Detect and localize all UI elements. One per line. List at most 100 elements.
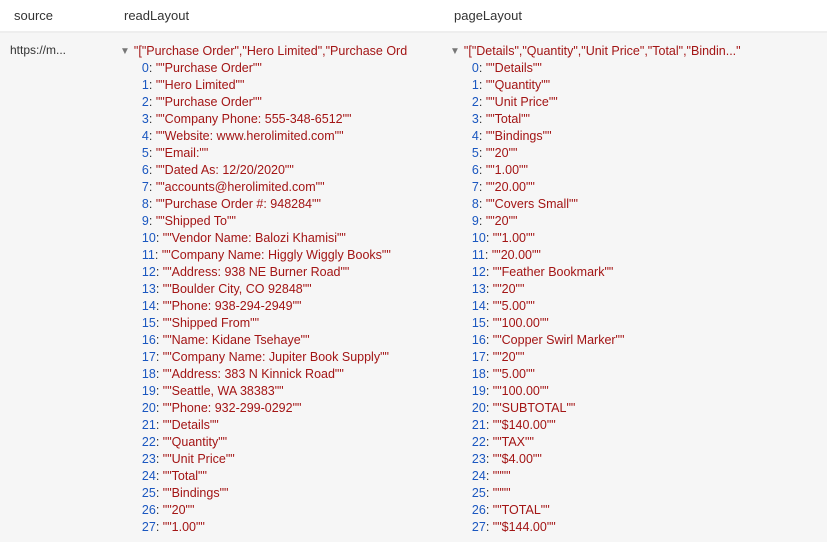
list-item[interactable]: 27: ""$144.00"" xyxy=(472,519,741,536)
list-item[interactable]: 17: ""20"" xyxy=(472,349,741,366)
list-item[interactable]: 26: ""20"" xyxy=(142,502,407,519)
list-item[interactable]: 24: """" xyxy=(472,468,741,485)
list-item[interactable]: 7: ""accounts@herolimited.com"" xyxy=(142,179,407,196)
list-item[interactable]: 19: ""Seattle, WA 38383"" xyxy=(142,383,407,400)
list-item[interactable]: 16: ""Copper Swirl Marker"" xyxy=(472,332,741,349)
list-item[interactable]: 5: ""20"" xyxy=(472,145,741,162)
list-item[interactable]: 16: ""Name: Kidane Tsehaye"" xyxy=(142,332,407,349)
list-item[interactable]: 25: ""Bindings"" xyxy=(142,485,407,502)
item-index: 25 xyxy=(142,486,156,500)
column-header-readlayout[interactable]: readLayout xyxy=(120,2,450,29)
item-value: ""Quantity"" xyxy=(486,78,550,92)
item-index: 19 xyxy=(142,384,156,398)
readlayout-items: 0: ""Purchase Order""1: ""Hero Limited""… xyxy=(134,60,407,536)
list-item[interactable]: 2: ""Unit Price"" xyxy=(472,94,741,111)
item-value: ""Company Name: Jupiter Book Supply"" xyxy=(163,350,389,364)
list-item[interactable]: 0: ""Purchase Order"" xyxy=(142,60,407,77)
item-index: 13 xyxy=(472,282,486,296)
item-index: 15 xyxy=(472,316,486,330)
item-index: 14 xyxy=(142,299,156,313)
item-index: 27 xyxy=(142,520,156,534)
list-item[interactable]: 13: ""20"" xyxy=(472,281,741,298)
item-value: ""Name: Kidane Tsehaye"" xyxy=(163,333,310,347)
column-header-pagelayout[interactable]: pageLayout xyxy=(450,2,827,29)
list-item[interactable]: 9: ""20"" xyxy=(472,213,741,230)
list-item[interactable]: 11: ""20.00"" xyxy=(472,247,741,264)
list-item[interactable]: 26: ""TOTAL"" xyxy=(472,502,741,519)
list-item[interactable]: 18: ""Address: 383 N Kinnick Road"" xyxy=(142,366,407,383)
list-item[interactable]: 3: ""Total"" xyxy=(472,111,741,128)
list-item[interactable]: 1: ""Hero Limited"" xyxy=(142,77,407,94)
list-item[interactable]: 4: ""Website: www.herolimited.com"" xyxy=(142,128,407,145)
expand-toggle-icon[interactable]: ▼ xyxy=(450,43,464,60)
item-index: 14 xyxy=(472,299,486,313)
item-value: ""Phone: 932-299-0292"" xyxy=(163,401,302,415)
column-header-source[interactable]: source xyxy=(10,2,120,29)
item-index: 4 xyxy=(472,129,479,143)
item-index: 12 xyxy=(472,265,486,279)
list-item[interactable]: 20: ""Phone: 932-299-0292"" xyxy=(142,400,407,417)
list-item[interactable]: 0: ""Details"" xyxy=(472,60,741,77)
list-item[interactable]: 10: ""1.00"" xyxy=(472,230,741,247)
item-index: 26 xyxy=(472,503,486,517)
list-item[interactable]: 18: ""5.00"" xyxy=(472,366,741,383)
list-item[interactable]: 3: ""Company Phone: 555-348-6512"" xyxy=(142,111,407,128)
list-item[interactable]: 7: ""20.00"" xyxy=(472,179,741,196)
list-item[interactable]: 12: ""Feather Bookmark"" xyxy=(472,264,741,281)
source-cell: https://m... xyxy=(10,43,120,536)
item-value: ""Boulder City, CO 92848"" xyxy=(163,282,312,296)
item-value: ""20"" xyxy=(486,214,518,228)
list-item[interactable]: 24: ""Total"" xyxy=(142,468,407,485)
list-item[interactable]: 10: ""Vendor Name: Balozi Khamisi"" xyxy=(142,230,407,247)
item-value: ""Details"" xyxy=(486,61,542,75)
item-index: 8 xyxy=(472,197,479,211)
list-item[interactable]: 1: ""Quantity"" xyxy=(472,77,741,94)
item-value: ""5.00"" xyxy=(493,299,535,313)
item-index: 2 xyxy=(472,95,479,109)
list-item[interactable]: 22: ""Quantity"" xyxy=(142,434,407,451)
pagelayout-summary[interactable]: "["Details","Quantity","Unit Price","Tot… xyxy=(464,43,741,60)
list-item[interactable]: 5: ""Email:"" xyxy=(142,145,407,162)
item-index: 17 xyxy=(142,350,156,364)
list-item[interactable]: 2: ""Purchase Order"" xyxy=(142,94,407,111)
list-item[interactable]: 27: ""1.00"" xyxy=(142,519,407,536)
list-item[interactable]: 15: ""Shipped From"" xyxy=(142,315,407,332)
list-item[interactable]: 15: ""100.00"" xyxy=(472,315,741,332)
item-value: ""Details"" xyxy=(163,418,219,432)
list-item[interactable]: 6: ""Dated As: 12/20/2020"" xyxy=(142,162,407,179)
list-item[interactable]: 8: ""Purchase Order #: 948284"" xyxy=(142,196,407,213)
list-item[interactable]: 21: ""$140.00"" xyxy=(472,417,741,434)
list-item[interactable]: 6: ""1.00"" xyxy=(472,162,741,179)
item-index: 21 xyxy=(472,418,486,432)
item-value: ""20"" xyxy=(493,282,525,296)
list-item[interactable]: 22: ""TAX"" xyxy=(472,434,741,451)
list-item[interactable]: 23: ""$4.00"" xyxy=(472,451,741,468)
list-item[interactable]: 12: ""Address: 938 NE Burner Road"" xyxy=(142,264,407,281)
item-index: 4 xyxy=(142,129,149,143)
pagelayout-items: 0: ""Details""1: ""Quantity""2: ""Unit P… xyxy=(464,60,741,536)
list-item[interactable]: 21: ""Details"" xyxy=(142,417,407,434)
list-item[interactable]: 14: ""5.00"" xyxy=(472,298,741,315)
list-item[interactable]: 14: ""Phone: 938-294-2949"" xyxy=(142,298,407,315)
item-index: 17 xyxy=(472,350,486,364)
list-item[interactable]: 17: ""Company Name: Jupiter Book Supply"… xyxy=(142,349,407,366)
pagelayout-tree: "["Details","Quantity","Unit Price","Tot… xyxy=(464,43,747,536)
item-index: 0 xyxy=(142,61,149,75)
item-value: ""20.00"" xyxy=(492,248,541,262)
expand-toggle-icon[interactable]: ▼ xyxy=(120,43,134,60)
list-item[interactable]: 11: ""Company Name: Higgly Wiggly Books"… xyxy=(142,247,407,264)
item-index: 27 xyxy=(472,520,486,534)
list-item[interactable]: 19: ""100.00"" xyxy=(472,383,741,400)
item-value: ""Purchase Order"" xyxy=(156,61,262,75)
list-item[interactable]: 9: ""Shipped To"" xyxy=(142,213,407,230)
list-item[interactable]: 20: ""SUBTOTAL"" xyxy=(472,400,741,417)
item-value: ""Copper Swirl Marker"" xyxy=(493,333,625,347)
list-item[interactable]: 4: ""Bindings"" xyxy=(472,128,741,145)
item-value: ""1.00"" xyxy=(163,520,205,534)
list-item[interactable]: 8: ""Covers Small"" xyxy=(472,196,741,213)
list-item[interactable]: 25: """" xyxy=(472,485,741,502)
item-value: """" xyxy=(493,469,511,483)
readlayout-summary[interactable]: "["Purchase Order","Hero Limited","Purch… xyxy=(134,43,407,60)
list-item[interactable]: 23: ""Unit Price"" xyxy=(142,451,407,468)
list-item[interactable]: 13: ""Boulder City, CO 92848"" xyxy=(142,281,407,298)
